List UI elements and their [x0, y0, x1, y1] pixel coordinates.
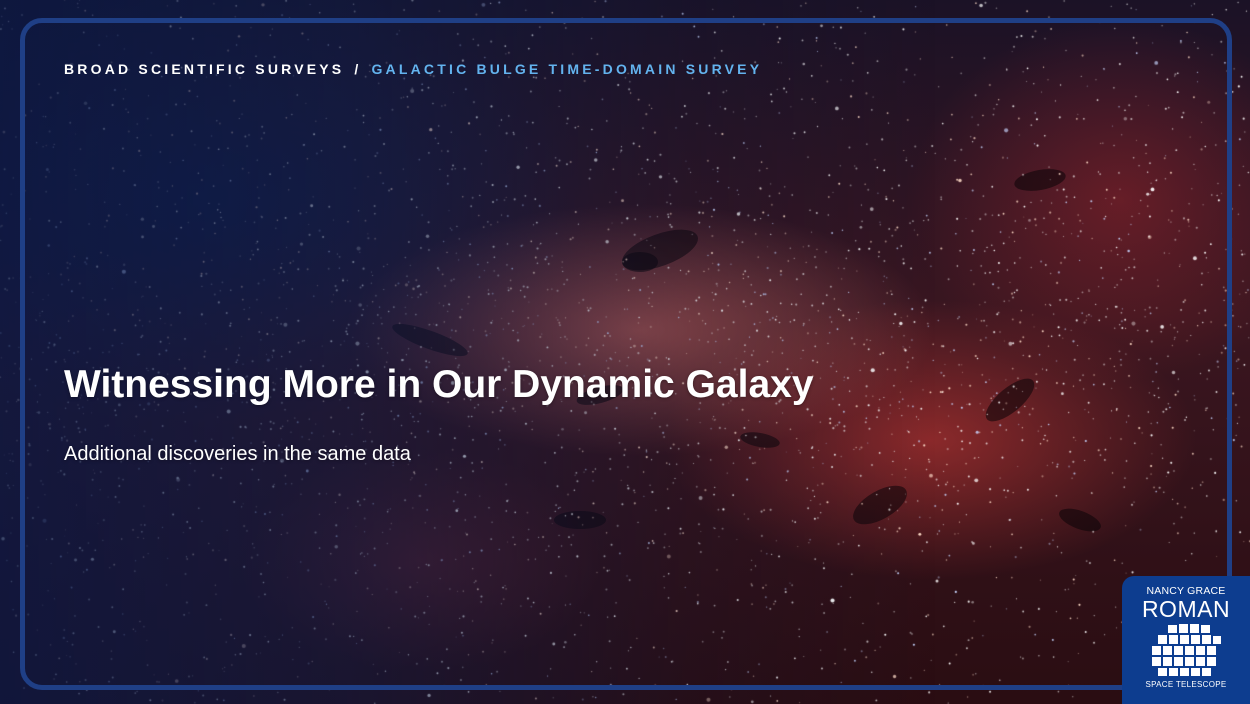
- slide-title: Witnessing More in Our Dynamic Galaxy: [64, 363, 814, 406]
- logo-bottom-text: SPACE TELESCOPE: [1145, 680, 1227, 689]
- roman-telescope-mirror-icon: [1152, 624, 1221, 676]
- breadcrumb-section[interactable]: BROAD SCIENTIFIC SURVEYS: [64, 61, 344, 77]
- logo-name: ROMAN: [1141, 596, 1231, 622]
- slide-frame: [20, 18, 1232, 690]
- breadcrumb: BROAD SCIENTIFIC SURVEYS / GALACTIC BULGE …: [64, 61, 762, 77]
- roman-logo: NANCY GRACE ROMAN SPACE TELESCOPE: [1122, 576, 1250, 704]
- breadcrumb-separator: /: [354, 61, 362, 77]
- slide-subtitle: Additional discoveries in the same data: [64, 443, 411, 465]
- breadcrumb-current[interactable]: GALACTIC BULGE TIME-DOMAIN SURVEY: [371, 61, 762, 77]
- slide: BROAD SCIENTIFIC SURVEYS / GALACTIC BULGE …: [0, 0, 1250, 704]
